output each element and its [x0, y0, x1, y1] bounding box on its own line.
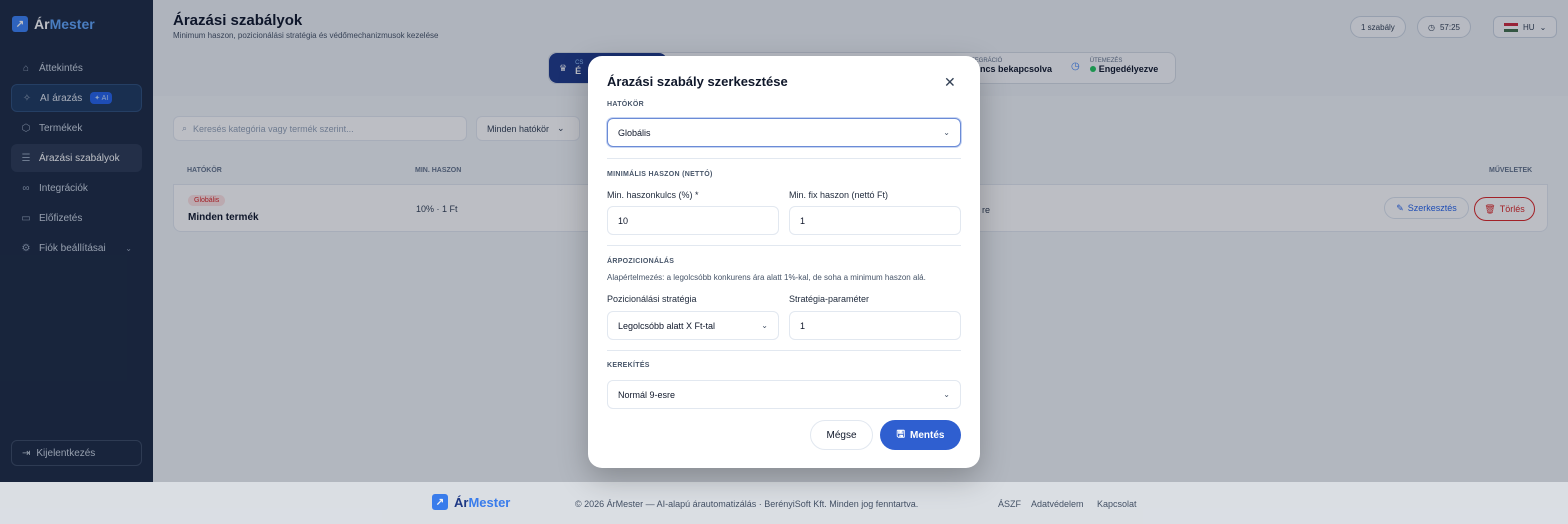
rounding-select[interactable]: Normál 9-esre ⌄: [607, 380, 961, 409]
save-button[interactable]: 🖫 Mentés: [880, 420, 961, 450]
strategy-select-value: Legolcsóbb alatt X Ft-tal: [618, 320, 716, 331]
margin-percent-value: 10: [618, 215, 629, 226]
divider: [607, 245, 961, 246]
margin-fixed-label: Min. fix haszon (nettó Ft): [789, 190, 889, 200]
chevron-down-icon: ⌄: [943, 390, 950, 399]
scope-select-value: Globális: [618, 127, 651, 138]
cancel-label: Mégse: [826, 429, 857, 441]
rounding-section-label: KEREKÍTÉS: [607, 362, 650, 369]
margin-section-label: MINIMÁLIS HASZON (NETTÓ): [607, 171, 713, 178]
save-icon: 🖫: [896, 428, 906, 440]
scope-section-label: HATÓKÖR: [607, 101, 644, 108]
save-label: Mentés: [910, 429, 945, 441]
edit-rule-modal: Árazási szabály szerkesztése ✕ HATÓKÖR G…: [588, 56, 980, 468]
positioning-section-label: ÁRPOZICIONÁLÁS: [607, 258, 675, 265]
modal-backdrop-footer: [0, 482, 1568, 524]
rounding-select-value: Normál 9-esre: [618, 389, 676, 400]
strategy-param-label: Stratégia-paraméter: [789, 294, 870, 304]
margin-percent-input[interactable]: 10: [607, 206, 779, 235]
strategy-label: Pozicionálási stratégia: [607, 294, 697, 304]
divider: [607, 350, 961, 351]
close-icon[interactable]: ✕: [944, 74, 956, 91]
scope-select[interactable]: Globális ⌄: [607, 118, 961, 147]
divider: [607, 158, 961, 159]
cancel-button[interactable]: Mégse: [810, 420, 873, 450]
modal-title: Árazási szabály szerkesztése: [607, 74, 788, 89]
margin-fixed-value: 1: [800, 215, 806, 226]
strategy-param-value: 1: [800, 320, 806, 331]
positioning-hint: Alapértelmezés: a legolcsóbb konkurens á…: [607, 273, 926, 282]
strategy-select[interactable]: Legolcsóbb alatt X Ft-tal ⌄: [607, 311, 779, 340]
chevron-down-icon: ⌄: [761, 321, 768, 330]
chevron-down-icon: ⌄: [943, 128, 950, 137]
strategy-param-input[interactable]: 1: [789, 311, 961, 340]
margin-fixed-input[interactable]: 1: [789, 206, 961, 235]
margin-percent-label: Min. haszonkulcs (%) *: [607, 190, 699, 200]
